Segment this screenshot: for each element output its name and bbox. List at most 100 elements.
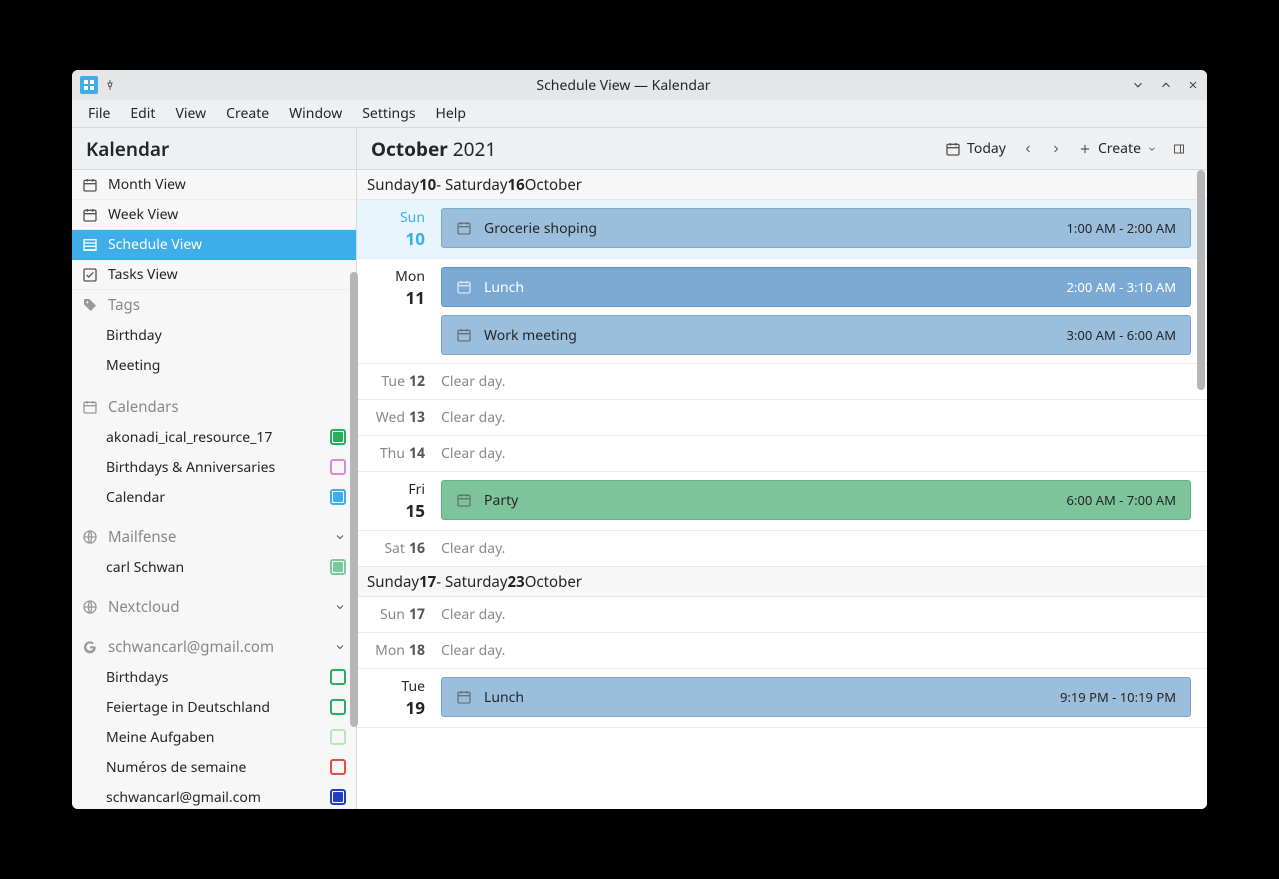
main-panel: October 2021 Today Create Sunday 10 - Sa…	[357, 128, 1207, 809]
view-icon	[82, 177, 98, 193]
clear-day-text: Clear day.	[441, 539, 1191, 558]
close-button[interactable]	[1187, 79, 1199, 91]
chevron-down-icon	[334, 601, 346, 613]
sidebar-title: Kalendar	[72, 128, 356, 170]
calendar-item[interactable]: Birthdays	[72, 662, 356, 692]
nav-tasks-view[interactable]: Tasks View	[72, 260, 356, 290]
menu-window[interactable]: Window	[281, 102, 350, 125]
event-time: 9:19 PM - 10:19 PM	[1060, 688, 1176, 706]
calendar-color-checkbox[interactable]	[330, 759, 346, 775]
calendar-color-checkbox[interactable]	[330, 489, 346, 505]
day-row[interactable]: Sun 17Clear day.	[357, 597, 1207, 633]
calendar-icon	[456, 327, 472, 343]
next-button[interactable]	[1042, 135, 1070, 163]
event-card[interactable]: Lunch2:00 AM - 3:10 AM	[441, 267, 1191, 307]
calendar-color-checkbox[interactable]	[330, 729, 346, 745]
event-card[interactable]: Grocerie shoping1:00 AM - 2:00 AM	[441, 208, 1191, 248]
menu-view[interactable]: View	[167, 102, 214, 125]
clear-day-text: Clear day.	[441, 372, 1191, 391]
tag-meeting[interactable]: Meeting	[72, 350, 356, 380]
event-title: Work meeting	[484, 326, 577, 345]
event-time: 6:00 AM - 7:00 AM	[1067, 491, 1177, 509]
week-header: Sunday 10 - Saturday 16 October	[357, 170, 1207, 200]
calendar-color-checkbox[interactable]	[330, 429, 346, 445]
sidebar-toggle-button[interactable]	[1165, 135, 1193, 163]
calendar-item[interactable]: akonadi_ical_resource_17	[72, 422, 356, 452]
clear-day-text: Clear day.	[441, 408, 1191, 427]
day-label: Fri15	[357, 480, 427, 522]
day-row[interactable]: Sat 16Clear day.	[357, 531, 1207, 567]
calendar-item[interactable]: schwancarl@gmail.com	[72, 782, 356, 809]
calendar-color-checkbox[interactable]	[330, 699, 346, 715]
day-row[interactable]: Tue 12Clear day.	[357, 364, 1207, 400]
calendar-item[interactable]: carl Schwan	[72, 552, 356, 582]
day-row[interactable]: Sun10 Grocerie shoping1:00 AM - 2:00 AM	[357, 200, 1207, 259]
titlebar: Schedule View — Kalendar	[72, 70, 1207, 100]
google-icon	[82, 639, 98, 655]
window-title: Schedule View — Kalendar	[116, 76, 1131, 95]
calendar-item[interactable]: Calendar	[72, 482, 356, 512]
calendar-icon	[945, 141, 961, 157]
chevron-down-icon	[334, 641, 346, 653]
day-label: Tue19	[357, 677, 427, 719]
prev-button[interactable]	[1014, 135, 1042, 163]
create-button[interactable]: Create	[1070, 135, 1165, 163]
calendar-color-checkbox[interactable]	[330, 789, 346, 805]
day-row[interactable]: Mon 18Clear day.	[357, 633, 1207, 669]
calendar-icon	[456, 220, 472, 236]
day-row[interactable]: Fri15 Party6:00 AM - 7:00 AM	[357, 472, 1207, 531]
page-title: October 2021	[371, 136, 496, 162]
account-header[interactable]: Mailfense	[72, 522, 356, 552]
calendar-icon	[456, 689, 472, 705]
day-row[interactable]: Tue19 Lunch9:19 PM - 10:19 PM	[357, 669, 1207, 728]
account-header[interactable]: schwancarl@gmail.com	[72, 632, 356, 662]
event-title: Grocerie shoping	[484, 219, 597, 238]
account-header[interactable]: Nextcloud	[72, 592, 356, 622]
event-title: Lunch	[484, 278, 524, 297]
menu-edit[interactable]: Edit	[122, 102, 163, 125]
tag-birthday[interactable]: Birthday	[72, 320, 356, 350]
day-label: Thu 14	[357, 444, 427, 463]
day-label: Sun10	[357, 208, 427, 250]
calendar-color-checkbox[interactable]	[330, 669, 346, 685]
day-row[interactable]: Mon11Lunch2:00 AM - 3:10 AMWork meeting3…	[357, 259, 1207, 364]
nav-month-view[interactable]: Month View	[72, 170, 356, 200]
calendar-icon	[82, 399, 98, 415]
nav-schedule-view[interactable]: Schedule View	[72, 230, 356, 260]
scrollbar[interactable]	[1197, 170, 1205, 809]
nav-label: Week View	[108, 205, 178, 224]
event-card[interactable]: Work meeting 3:00 AM - 6:00 AM	[441, 315, 1191, 355]
day-row[interactable]: Wed 13Clear day.	[357, 400, 1207, 436]
clear-day-text: Clear day.	[441, 641, 1191, 660]
view-icon	[82, 267, 98, 283]
main-header: October 2021 Today Create	[357, 128, 1207, 170]
event-time: 3:00 AM - 6:00 AM	[1067, 326, 1177, 344]
nav-label: Tasks View	[108, 265, 178, 284]
event-card[interactable]: Lunch9:19 PM - 10:19 PM	[441, 677, 1191, 717]
calendar-item[interactable]: Numéros de semaine	[72, 752, 356, 782]
calendar-item[interactable]: Birthdays & Anniversaries	[72, 452, 356, 482]
menu-settings[interactable]: Settings	[354, 102, 423, 125]
calendar-item[interactable]: Meine Aufgaben	[72, 722, 356, 752]
week-header: Sunday 17 - Saturday 23 October	[357, 567, 1207, 597]
day-row[interactable]: Thu 14Clear day.	[357, 436, 1207, 472]
calendars-header[interactable]: Calendars	[72, 392, 356, 422]
pin-icon[interactable]	[104, 79, 116, 91]
event-card[interactable]: Party6:00 AM - 7:00 AM	[441, 480, 1191, 520]
menubar: FileEditViewCreateWindowSettingsHelp	[72, 100, 1207, 128]
tags-header[interactable]: Tags	[72, 290, 356, 320]
minimize-button[interactable]	[1131, 78, 1145, 92]
nav-week-view[interactable]: Week View	[72, 200, 356, 230]
calendar-item[interactable]: Feiertage in Deutschland	[72, 692, 356, 722]
tag-icon	[82, 297, 98, 313]
today-button[interactable]: Today	[937, 135, 1014, 163]
menu-file[interactable]: File	[80, 102, 118, 125]
calendar-color-checkbox[interactable]	[330, 559, 346, 575]
calendar-icon	[456, 279, 472, 295]
sidebar-scrollbar-thumb[interactable]	[350, 272, 358, 727]
maximize-button[interactable]	[1159, 78, 1173, 92]
menu-help[interactable]: Help	[428, 102, 475, 125]
menu-create[interactable]: Create	[218, 102, 277, 125]
calendar-color-checkbox[interactable]	[330, 459, 346, 475]
schedule-list[interactable]: Sunday 10 - Saturday 16 October Sun10 Groc…	[357, 170, 1207, 809]
